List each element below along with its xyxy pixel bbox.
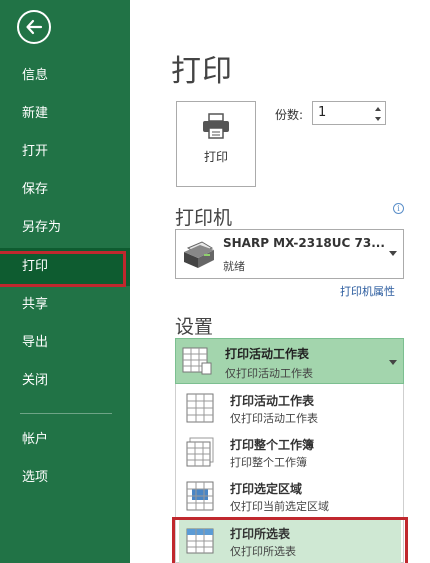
nav-divider	[20, 413, 112, 414]
selected-table-annotation	[172, 517, 408, 563]
printer-icon	[203, 113, 229, 139]
copies-value: 1	[318, 105, 327, 120]
option-sub-label: 仅打印当前选定区域	[230, 500, 329, 513]
option-main-label: 打印选定区域	[230, 482, 303, 496]
settings-title: 设置	[175, 316, 214, 338]
nav-export[interactable]: 导出	[0, 324, 130, 362]
nav-open[interactable]: 打开	[0, 133, 130, 171]
option-selection[interactable]: 打印选定区域 仅打印当前选定区域	[179, 474, 401, 518]
page-title: 打印	[171, 54, 233, 89]
spin-up-icon[interactable]	[373, 104, 383, 114]
nav-options[interactable]: 选项	[0, 459, 130, 497]
nav-save-as[interactable]: 另存为	[0, 209, 130, 247]
nav-share[interactable]: 共享	[0, 286, 130, 324]
nav-save[interactable]: 保存	[0, 171, 130, 209]
copies-label: 份数:	[275, 108, 304, 122]
workbook-icon	[186, 437, 214, 467]
sheet-icon	[186, 393, 214, 423]
info-icon[interactable]: i	[393, 203, 404, 214]
nav-new[interactable]: 新建	[0, 95, 130, 133]
nav-info[interactable]: 信息	[0, 57, 130, 95]
print-button-label: 打印	[203, 150, 228, 164]
chevron-down-icon	[389, 360, 397, 365]
chevron-down-icon	[389, 251, 397, 256]
option-main-label: 打印活动工作表	[230, 394, 315, 408]
option-entire-workbook[interactable]: 打印整个工作簿 打印整个工作簿	[179, 430, 401, 474]
printer-section-title: 打印机	[175, 207, 233, 229]
spin-down-icon[interactable]	[373, 114, 383, 124]
nav-close[interactable]: 关闭	[0, 362, 130, 400]
option-sub-label: 仅打印活动工作表	[230, 412, 318, 425]
print-scope-dropdown[interactable]: 打印活动工作表 仅打印活动工作表	[175, 338, 404, 384]
option-main-label: 打印整个工作簿	[230, 438, 315, 452]
nav-account[interactable]: 帐户	[0, 421, 130, 459]
print-button[interactable]: 打印	[176, 101, 256, 187]
option-active-sheets[interactable]: 打印活动工作表 仅打印活动工作表	[179, 386, 401, 430]
printer-device-icon	[184, 241, 214, 268]
back-arrow-icon[interactable]	[17, 10, 51, 44]
printer-properties-link[interactable]: 打印机属性	[340, 283, 395, 299]
copies-input[interactable]: 1	[312, 101, 386, 125]
print-nav-annotation	[0, 251, 126, 287]
printer-name: SHARP MX-2318UC 73...	[223, 236, 385, 250]
printer-status: 就绪	[223, 260, 245, 273]
sheet-icon	[182, 347, 212, 375]
selection-icon	[186, 481, 214, 511]
option-sub-label: 打印整个工作簿	[230, 456, 307, 469]
scope-main-label: 打印活动工作表	[225, 347, 310, 361]
printer-dropdown[interactable]: SHARP MX-2318UC 73... 就绪	[175, 229, 404, 279]
scope-sub-label: 仅打印活动工作表	[225, 367, 313, 380]
